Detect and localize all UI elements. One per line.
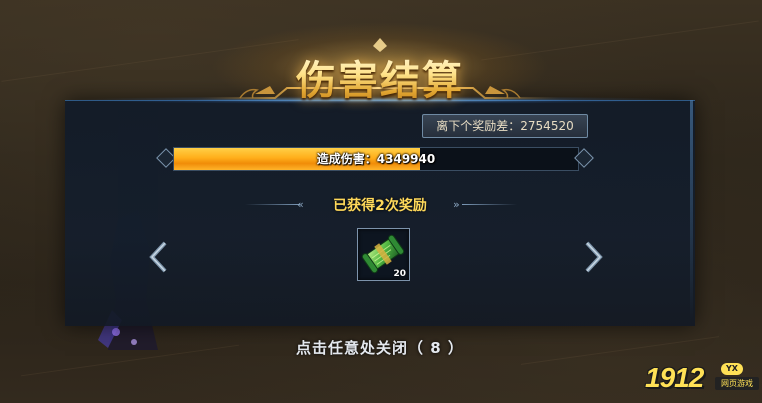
chevron-right-ornament-icon: » <box>453 198 460 211</box>
site-watermark-logo: 1912 YX 网页游戏 <box>645 360 759 396</box>
next-reward-colon: ： <box>508 119 521 133</box>
damage-label: 造成伤害 <box>316 152 365 166</box>
next-arrow-icon[interactable] <box>581 240 605 274</box>
progress-track: 造成伤害：4349940 <box>173 147 579 171</box>
watermark-subtitle: 网页游戏 <box>715 377 759 390</box>
damage-progress-bar: 造成伤害：4349940 <box>155 145 595 171</box>
damage-value: 4349940 <box>376 152 436 166</box>
prev-arrow-icon[interactable] <box>147 240 171 274</box>
panel-edge <box>690 100 693 320</box>
item-count: 20 <box>393 269 406 279</box>
damage-colon: ： <box>364 152 377 166</box>
next-reward-gap: 离下个奖励差：2754520 <box>422 114 588 138</box>
next-reward-value: 2754520 <box>520 119 574 133</box>
reward-item-slot[interactable]: 20 <box>357 228 410 281</box>
page-title: 伤害结算 <box>260 48 500 106</box>
rewards-heading: 已获得2次奖励 <box>333 198 427 214</box>
divider-left <box>245 204 300 205</box>
close-hint[interactable]: 点击任意处关闭（ 8 ） <box>250 337 510 358</box>
divider-right <box>462 204 517 205</box>
watermark-number: 1912 <box>645 362 704 393</box>
watermark-badge: YX <box>721 363 743 375</box>
next-reward-label: 离下个奖励差 <box>436 119 509 133</box>
damage-text: 造成伤害：4349940 <box>174 148 578 170</box>
